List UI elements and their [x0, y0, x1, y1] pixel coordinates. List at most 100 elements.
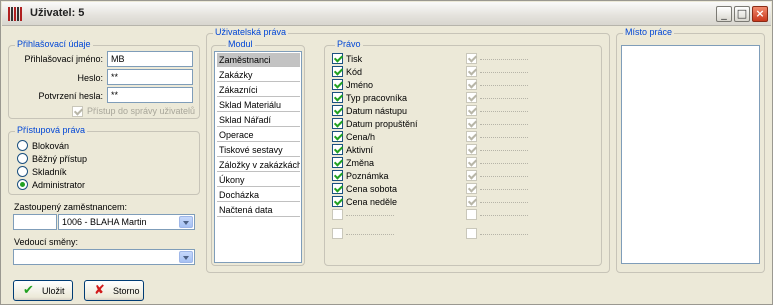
radio-standard-access[interactable]: [17, 153, 28, 164]
right2-checkbox-3: [466, 79, 477, 90]
right2-checkbox-11: [466, 183, 477, 194]
admin-access-label: Přístup do správy uživatelů: [87, 106, 196, 116]
login-name-input[interactable]: MB: [107, 51, 193, 67]
access-rights-group: Přístupová práva Blokován Běžný přístup …: [8, 125, 200, 195]
right-empty-checkbox-1: [332, 209, 343, 220]
maximize-button[interactable]: □: [734, 6, 750, 22]
right-empty-label-1: [346, 215, 394, 216]
workplace-legend: Místo práce: [623, 27, 675, 37]
right-change-label: Změna: [346, 158, 375, 168]
admin-access-checkbox[interactable]: [72, 106, 83, 117]
password-confirm-input[interactable]: **: [107, 87, 193, 103]
right-start-date-checkbox[interactable]: [332, 105, 343, 116]
right-print-checkbox[interactable]: [332, 53, 343, 64]
module-item-customers[interactable]: Zákazníci: [217, 83, 300, 97]
module-item-order-tabs[interactable]: Záložky v zakázkách: [217, 158, 300, 172]
login-name-label: Přihlašovací jméno:: [24, 54, 103, 64]
right2-label-12: [480, 202, 528, 203]
right-dismissal-date-checkbox[interactable]: [332, 118, 343, 129]
access-rights-legend: Přístupová práva: [15, 125, 88, 135]
title-bar[interactable]: Uživatel: 5 _ □ ×: [2, 2, 771, 26]
right2-checkbox-1: [466, 53, 477, 64]
maximize-icon: □: [736, 7, 748, 20]
minimize-button[interactable]: _: [716, 6, 732, 22]
chevron-down-icon[interactable]: [179, 216, 193, 228]
right2-label-14: [480, 234, 528, 235]
right2-checkbox-13: [466, 209, 477, 220]
right2-label-3: [480, 85, 528, 86]
right-sunday-price-checkbox[interactable]: [332, 196, 343, 207]
shift-manager-select[interactable]: [13, 249, 195, 265]
password-input[interactable]: **: [107, 69, 193, 85]
workplace-list[interactable]: [621, 45, 760, 264]
save-button-label: Uložit: [42, 286, 65, 296]
right2-label-13: [480, 215, 528, 216]
right-note-label: Poznámka: [346, 171, 389, 181]
right2-label-8: [480, 150, 528, 151]
radio-storekeeper[interactable]: [17, 166, 28, 177]
right-name-checkbox[interactable]: [332, 79, 343, 90]
user-rights-group: Uživatelská práva Modul Zaměstnanci Zaká…: [206, 27, 610, 273]
right2-label-6: [480, 124, 528, 125]
shift-manager-label: Vedoucí směny:: [14, 237, 79, 247]
right2-label-9: [480, 163, 528, 164]
checkmark-icon: ✔: [23, 283, 34, 298]
right-code-checkbox[interactable]: [332, 66, 343, 77]
right-saturday-price-label: Cena sobota: [346, 184, 398, 194]
module-item-operations[interactable]: Operace: [217, 128, 300, 142]
right2-label-7: [480, 137, 528, 138]
right2-checkbox-10: [466, 170, 477, 181]
substitute-select[interactable]: 1006 - BLAHA Martin: [58, 214, 195, 230]
minimize-icon: _: [721, 7, 727, 20]
radio-administrator-label: Administrator: [32, 180, 86, 190]
module-item-employees[interactable]: Zaměstnanci: [217, 53, 300, 67]
right-note-checkbox[interactable]: [332, 170, 343, 181]
module-item-print-reports[interactable]: Tiskové sestavy: [217, 143, 300, 157]
right-name-label: Jméno: [346, 80, 374, 90]
substitute-label: Zastoupený zaměstnancem:: [14, 202, 128, 212]
right2-checkbox-2: [466, 66, 477, 77]
radio-blocked[interactable]: [17, 140, 28, 151]
chevron-down-icon[interactable]: [179, 251, 193, 263]
radio-standard-access-label: Běžný přístup: [32, 154, 88, 164]
save-button[interactable]: ✔ Uložit: [13, 280, 73, 301]
right-empty-label-2: [346, 234, 394, 235]
cancel-button-label: Storno: [113, 286, 140, 296]
module-list[interactable]: Zaměstnanci Zakázky Zákazníci Sklad Mate…: [214, 51, 302, 263]
right-change-checkbox[interactable]: [332, 157, 343, 168]
right-code-label: Kód: [346, 67, 363, 77]
workplace-group: Místo práce: [616, 27, 765, 273]
close-icon: ×: [755, 7, 765, 20]
login-legend: Přihlašovací údaje: [15, 39, 93, 49]
module-item-orders[interactable]: Zakázky: [217, 68, 300, 82]
radio-administrator[interactable]: [17, 179, 28, 190]
right-hourly-price-checkbox[interactable]: [332, 131, 343, 142]
right2-label-10: [480, 176, 528, 177]
radio-storekeeper-label: Skladník: [32, 167, 67, 177]
right2-label-1: [480, 59, 528, 60]
close-button[interactable]: ×: [752, 6, 768, 22]
right-worker-type-checkbox[interactable]: [332, 92, 343, 103]
right2-checkbox-9: [466, 157, 477, 168]
window-title: Uživatel: 5: [30, 7, 85, 19]
user-rights-legend: Uživatelská práva: [213, 27, 289, 37]
right-active-checkbox[interactable]: [332, 144, 343, 155]
user-dialog-window: Uživatel: 5 _ □ × Přihlašovací údaje Při…: [0, 0, 773, 305]
cancel-button[interactable]: ✘ Storno: [84, 280, 144, 301]
right-sunday-price-label: Cena neděle: [346, 197, 398, 207]
module-item-tool-stock[interactable]: Sklad Nářadí: [217, 113, 300, 127]
barcode-icon: [8, 7, 24, 21]
module-item-tasks[interactable]: Úkony: [217, 173, 300, 187]
right2-checkbox-8: [466, 144, 477, 155]
module-item-material-stock[interactable]: Sklad Materiálu: [217, 98, 300, 112]
module-item-loaded-data[interactable]: Načtená data: [217, 203, 300, 217]
right-active-label: Aktivní: [346, 145, 374, 155]
right-saturday-price-checkbox[interactable]: [332, 183, 343, 194]
substitute-code-input[interactable]: [13, 214, 57, 230]
password-label: Heslo:: [77, 73, 103, 83]
right2-label-5: [480, 111, 528, 112]
module-item-attendance[interactable]: Docházka: [217, 188, 300, 202]
right-group: Právo Tisk Kód Jméno Typ pracovníka Datu…: [324, 39, 602, 266]
login-group: Přihlašovací údaje Přihlašovací jméno: M…: [8, 39, 200, 119]
password-confirm-label: Potvrzení hesla:: [38, 91, 103, 101]
